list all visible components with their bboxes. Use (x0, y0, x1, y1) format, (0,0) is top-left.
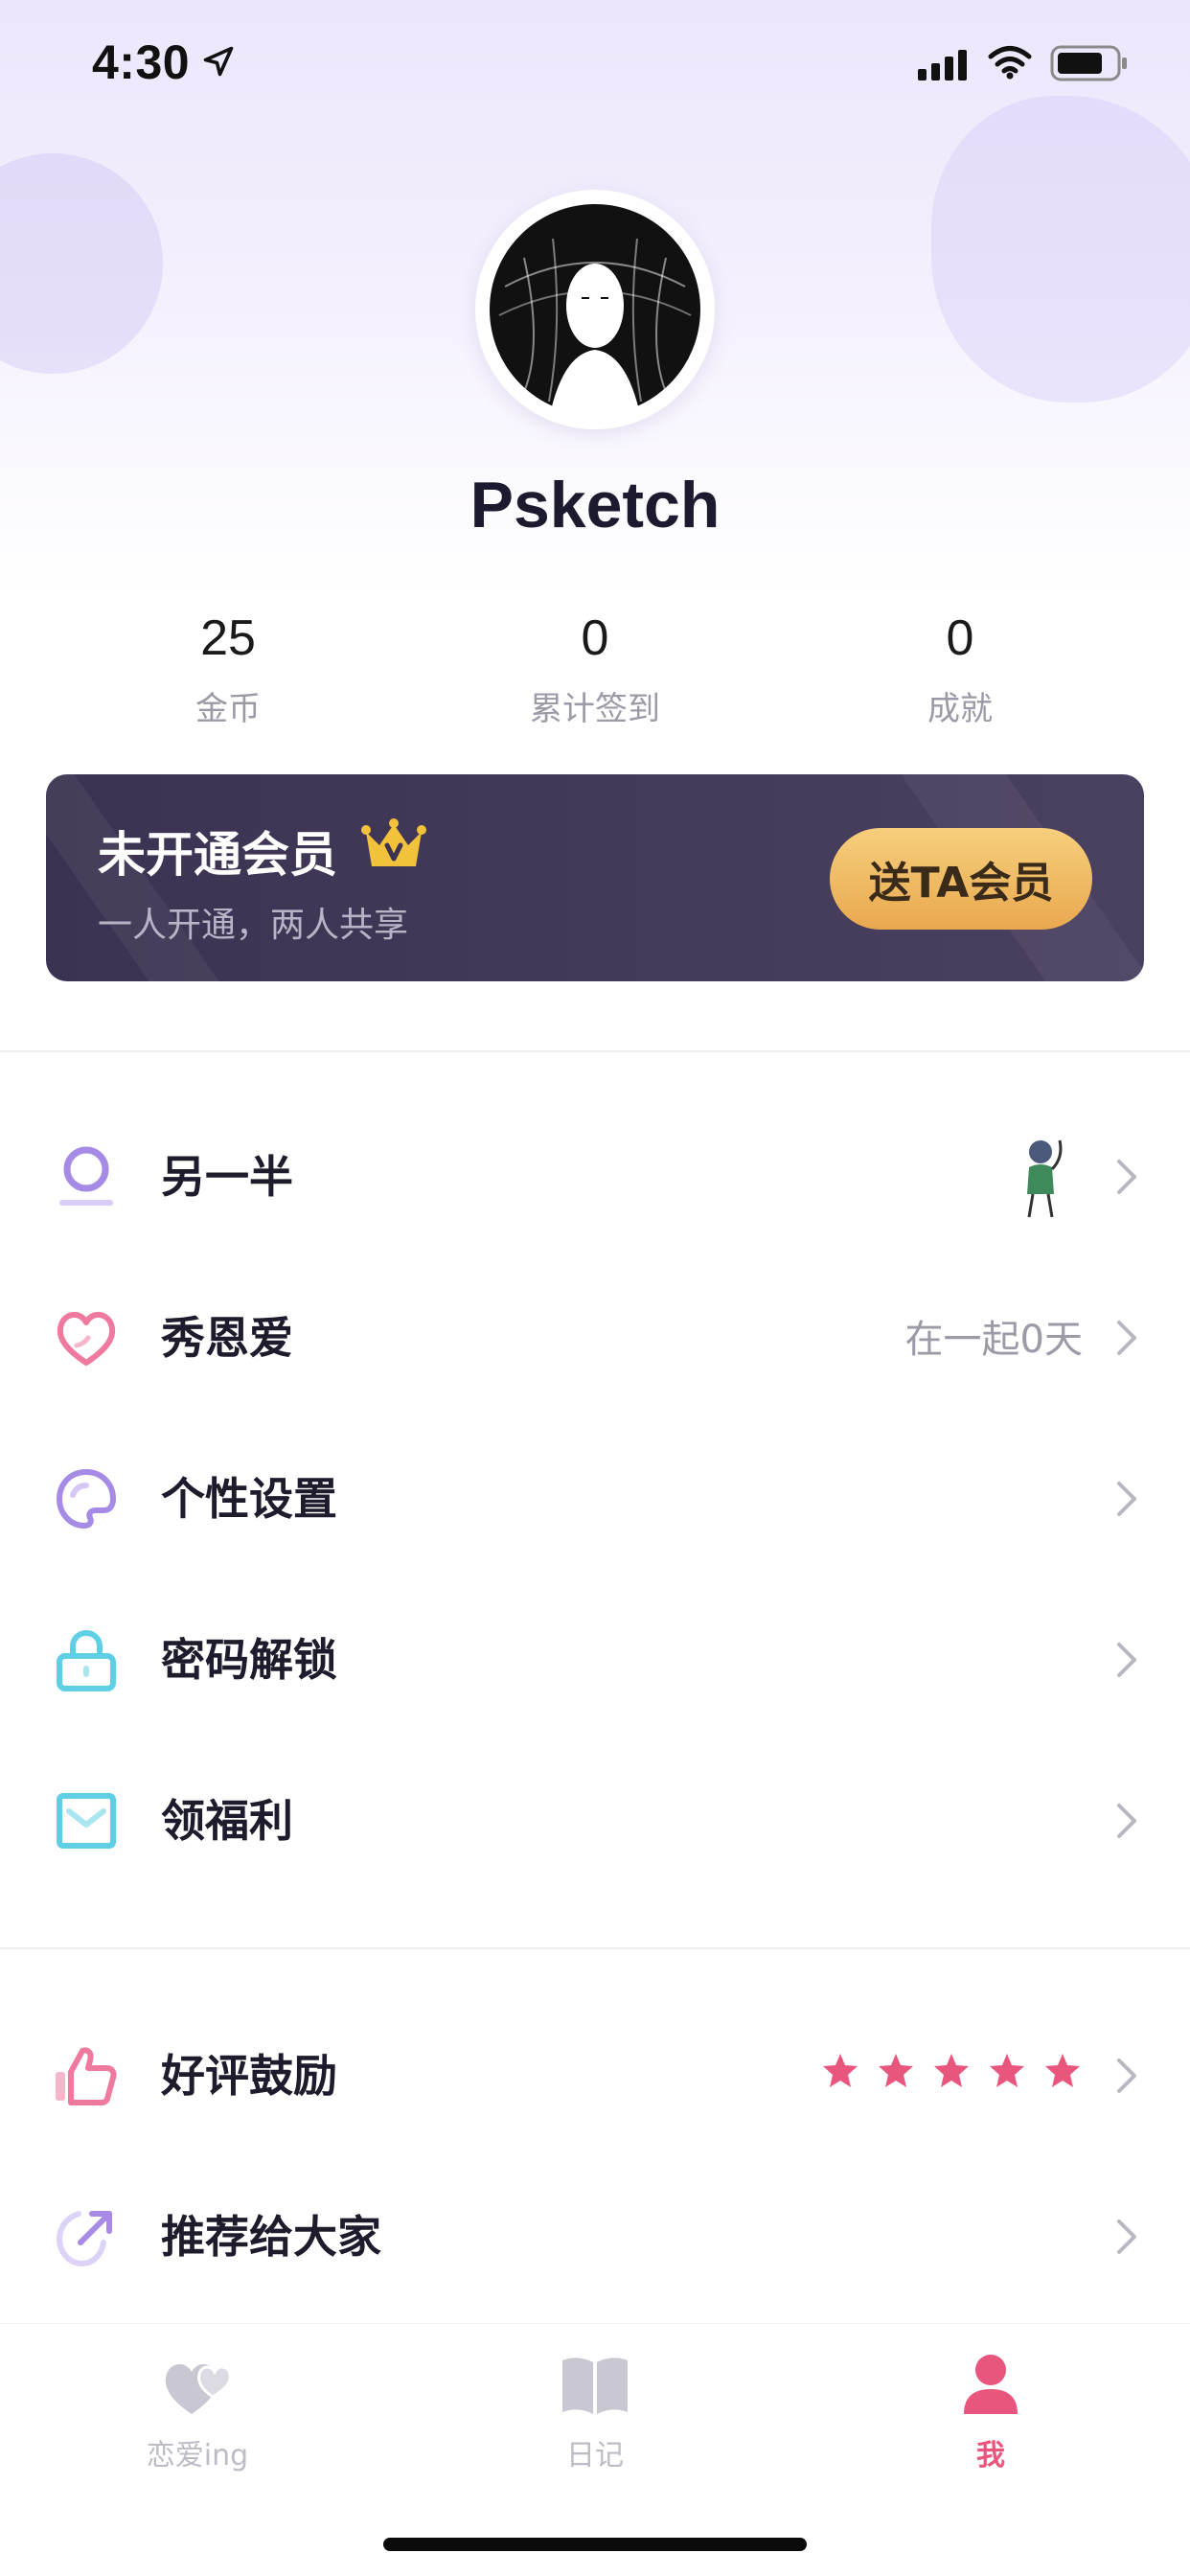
stat-label: 累计签到 (530, 690, 660, 728)
menu-item-benefits[interactable]: 领福利 (0, 1740, 1190, 1901)
stat-value: 0 (946, 610, 974, 666)
decorative-heart-blob (931, 96, 1190, 402)
share-icon (56, 2211, 112, 2267)
envelope-icon (57, 1793, 116, 1849)
palette-icon (57, 1469, 116, 1529)
vip-banner[interactable]: 未开通会员 一人开通，两人共享 送TA会员 (46, 774, 1144, 981)
status-bar: 4:30 (0, 0, 1190, 126)
tab-label: 我 (976, 2439, 1005, 2472)
vip-subtitle: 一人开通，两人共享 (98, 906, 409, 945)
star-icon (934, 2054, 969, 2087)
lock-icon (57, 1629, 116, 1691)
tab-love[interactable]: 恋爱ing (82, 2347, 312, 2473)
menu-item-password-lock[interactable]: 密码解锁 (0, 1579, 1190, 1740)
menu-label: 领福利 (161, 1795, 293, 1847)
stat-value: 0 (581, 610, 609, 666)
wifi-icon (988, 46, 1032, 80)
section-divider (0, 1050, 1190, 1052)
rating-stars (820, 2051, 1083, 2091)
star-icon (879, 2054, 913, 2087)
battery-icon (1050, 45, 1127, 81)
star-icon (1045, 2054, 1080, 2087)
thumbs-up-icon (56, 2047, 117, 2105)
stat-label: 金币 (195, 690, 261, 728)
partner-icon (59, 1146, 113, 1206)
gift-vip-button[interactable]: 送TA会员 (830, 828, 1092, 930)
stat-checkins[interactable]: 0 累计签到 (451, 606, 739, 729)
tab-label: 日记 (566, 2439, 624, 2472)
vip-title: 未开通会员 (98, 827, 337, 883)
profile-page: 4:30 Psketch 25 金币 0 累计签到 0 成就 未开通会员 一人开… (0, 0, 1190, 2576)
star-icon (990, 2054, 1024, 2087)
star-icon (823, 2054, 858, 2087)
tab-diary[interactable]: 日记 (480, 2347, 710, 2473)
heart-icon (57, 1312, 116, 1366)
stat-value: 25 (200, 610, 256, 666)
menu-item-rate[interactable]: 好评鼓励 (0, 1995, 1190, 2156)
person-icon (964, 2355, 1018, 2414)
chevron-right-icon (1117, 2058, 1136, 2093)
profile-avatar[interactable] (475, 190, 715, 429)
home-indicator (383, 2538, 807, 2551)
tab-label: 恋爱ing (146, 2439, 249, 2472)
section-divider (0, 1947, 1190, 1949)
chevron-right-icon (1117, 1482, 1136, 1516)
menu-label: 秀恩爱 (161, 1312, 293, 1364)
sketch-portrait-icon (490, 204, 700, 419)
menu-item-personalize[interactable]: 个性设置 (0, 1418, 1190, 1579)
partner-avatar-icon (1027, 1139, 1063, 1218)
crown-icon (361, 818, 426, 866)
chevron-right-icon (1117, 1160, 1136, 1194)
cellular-signal-icon (918, 50, 967, 80)
chevron-right-icon (1117, 1321, 1136, 1355)
status-time: 4:30 (92, 35, 191, 89)
hearts-icon (165, 2363, 232, 2414)
menu-label: 推荐给大家 (161, 2211, 381, 2263)
stat-achievements[interactable]: 0 成就 (816, 606, 1104, 729)
stat-label: 成就 (927, 690, 993, 728)
location-arrow-icon (203, 46, 234, 77)
tab-me[interactable]: 我 (876, 2347, 1106, 2473)
menu-item-recommend[interactable]: 推荐给大家 (0, 2156, 1190, 2317)
menu-label: 密码解锁 (161, 1634, 337, 1686)
stat-coins[interactable]: 25 金币 (84, 606, 372, 729)
menu-label: 个性设置 (161, 1473, 337, 1525)
chevron-right-icon (1117, 1643, 1136, 1677)
menu-label: 好评鼓励 (161, 2050, 337, 2102)
chevron-right-icon (1117, 2220, 1136, 2254)
menu-item-partner[interactable]: 另一半 (0, 1096, 1190, 1257)
menu-item-show-love[interactable]: 秀恩爱 在一起0天 (0, 1257, 1190, 1418)
book-icon (562, 2358, 628, 2414)
days-together-value: 在一起0天 (904, 1318, 1083, 1362)
chevron-right-icon (1117, 1804, 1136, 1838)
menu-label: 另一半 (161, 1151, 293, 1203)
username: Psketch (469, 469, 721, 541)
